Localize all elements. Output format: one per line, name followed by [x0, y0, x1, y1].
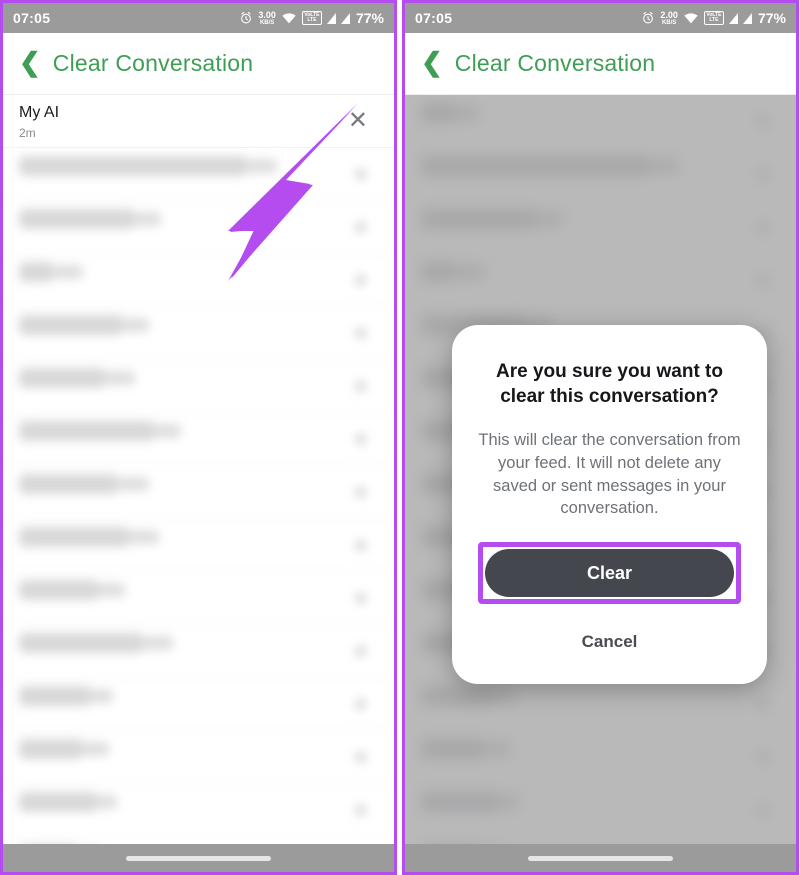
list-item: ● [3, 784, 394, 837]
page-header: ❮ Clear Conversation [3, 33, 394, 95]
conversation-name [19, 739, 83, 759]
dialog-body: This will clear the conversation from yo… [478, 431, 741, 518]
list-item: ● [3, 731, 394, 784]
close-x-icon: ● [353, 796, 369, 823]
conversation-timestamp [123, 318, 149, 332]
conversation-timestamp [117, 477, 149, 491]
list-item: ● [3, 360, 394, 413]
status-bar-clock: 07:05 [415, 10, 453, 26]
conversation-timestamp [97, 795, 117, 809]
conversation-name [19, 474, 117, 494]
list-item: ● [3, 625, 394, 678]
page-title: Clear Conversation [454, 50, 656, 76]
status-bar-clock: 07:05 [13, 10, 51, 26]
close-x-icon: ● [353, 584, 369, 611]
clear-conversation-dialog: Are you sure you want to clear this conv… [452, 325, 767, 685]
conversation-list[interactable]: My AI 2m ✕ ● ● ● ● ● ● ● ● ● ● ● ● ● ● [3, 95, 394, 844]
list-item: ● [3, 837, 394, 844]
signal-bars-icon-2 [742, 12, 752, 24]
conversation-name [19, 527, 129, 547]
battery-percentage: 77% [355, 10, 384, 26]
close-x-icon: ● [353, 478, 369, 505]
signal-bars-icon-2 [340, 12, 350, 24]
signal-bars-icon-1 [728, 12, 738, 24]
conversation-name: My AI [19, 104, 60, 121]
conversation-timestamp [129, 530, 159, 544]
conversation-name [19, 368, 105, 388]
conversation-timestamp [83, 742, 109, 756]
conversation-timestamp [143, 636, 173, 650]
page-title: Clear Conversation [52, 50, 254, 76]
list-item: ● [3, 678, 394, 731]
signal-bars-icon-1 [326, 12, 336, 24]
close-x-icon: ● [353, 372, 369, 399]
home-indicator-pill[interactable] [126, 855, 271, 861]
list-item: ● [3, 148, 394, 201]
wifi-icon [684, 13, 698, 24]
conversation-timestamp [91, 689, 113, 703]
page-header: ❮ Clear Conversation [405, 33, 796, 95]
conversation-timestamp [99, 583, 125, 597]
close-x-icon: ● [353, 319, 369, 346]
battery-percentage: 77% [757, 10, 786, 26]
list-item: ● [3, 254, 394, 307]
close-x-icon: ● [353, 160, 369, 187]
home-indicator-pill[interactable] [528, 855, 673, 861]
volte-icon: VoLTE LTE [703, 11, 724, 25]
status-bar: 07:05 2.00 KB/S VoLTE LTE 77% [405, 3, 796, 33]
conversation-timestamp [105, 371, 135, 385]
list-item: ● [3, 413, 394, 466]
dialog-title: Are you sure you want to clear this conv… [496, 361, 723, 408]
cancel-button[interactable]: Cancel [478, 626, 741, 658]
conversation-name [19, 262, 53, 282]
list-item: ● [3, 572, 394, 625]
close-x-icon[interactable]: ✕ [348, 109, 368, 133]
conversation-name [19, 315, 123, 335]
conversation-name [19, 156, 247, 176]
left-phone-screen: 07:05 3.00 KB/S VoLTE LTE 77% ❮ Clear Co… [0, 0, 397, 875]
volte-icon: VoLTE LTE [301, 11, 322, 25]
list-item: ● [3, 519, 394, 572]
wifi-icon [282, 13, 296, 24]
conversation-name [19, 686, 91, 706]
data-rate-indicator: 2.00 KB/S [660, 9, 678, 26]
navigation-bar [3, 844, 394, 872]
list-item-my-ai[interactable]: My AI 2m ✕ [3, 95, 394, 148]
close-x-icon: ● [353, 743, 369, 770]
close-x-icon: ● [353, 425, 369, 452]
close-x-icon: ● [353, 213, 369, 240]
conversation-name [19, 421, 155, 441]
list-item: ● [3, 466, 394, 519]
conversation-list: ● ● ● ● ● ● ● ● ● ● ● ● ● ● ● Are you su… [405, 95, 796, 844]
list-item: ● [3, 201, 394, 254]
conversation-timestamp: 2m [19, 126, 36, 140]
alarm-clock-icon [643, 11, 654, 24]
status-bar: 07:05 3.00 KB/S VoLTE LTE 77% [3, 3, 394, 33]
conversation-name [19, 633, 143, 653]
close-x-icon: ● [353, 690, 369, 717]
conversation-timestamp [135, 212, 161, 226]
comparison-screenshot: 07:05 3.00 KB/S VoLTE LTE 77% ❮ Clear Co… [0, 0, 800, 875]
navigation-bar [405, 844, 796, 872]
conversation-name [19, 792, 97, 812]
close-x-icon: ● [353, 531, 369, 558]
right-phone-screen: 07:05 2.00 KB/S VoLTE LTE 77% ❮ Clear Co… [402, 0, 799, 875]
close-x-icon: ● [353, 637, 369, 664]
blurred-conversation-rows[interactable]: ● ● ● ● ● ● ● ● ● ● ● ● ● ● [3, 148, 394, 844]
close-x-icon: ● [353, 266, 369, 293]
conversation-name [19, 209, 135, 229]
conversation-timestamp [155, 424, 181, 438]
chevron-left-icon[interactable]: ❮ [19, 49, 41, 75]
clear-button[interactable]: Clear [485, 549, 734, 598]
chevron-left-icon[interactable]: ❮ [421, 49, 443, 75]
alarm-clock-icon [241, 11, 252, 24]
data-rate-indicator: 3.00 KB/S [258, 9, 276, 26]
list-item: ● [3, 307, 394, 360]
conversation-name [19, 580, 99, 600]
conversation-timestamp [247, 159, 277, 173]
conversation-timestamp [53, 265, 83, 279]
clear-button-highlight-wrapper: Clear [478, 542, 741, 605]
